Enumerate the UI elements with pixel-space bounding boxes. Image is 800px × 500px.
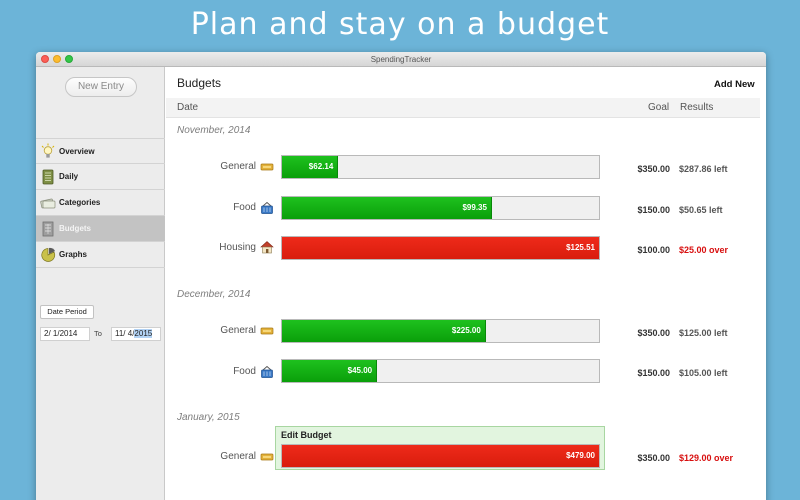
- month-heading: December, 2014: [177, 289, 251, 300]
- goal-amount: $100.00: [637, 245, 670, 255]
- notebook-icon: [40, 169, 56, 185]
- goal-amount: $350.00: [637, 164, 670, 174]
- category-label: General: [220, 451, 256, 462]
- column-goal: Goal: [648, 102, 670, 113]
- money-icon: [260, 160, 274, 174]
- pie-chart-icon: [40, 247, 56, 263]
- budget-progress-fill: $62.14: [282, 156, 339, 178]
- result-amount: $25.00 over: [679, 245, 729, 255]
- sidebar-item-categories[interactable]: Categories: [36, 190, 165, 216]
- sidebar: New Entry Overview Daily Categories Budg…: [36, 67, 165, 500]
- sidebar-nav: Overview Daily Categories Budgets Graphs: [36, 138, 165, 268]
- month-heading: November, 2014: [177, 125, 251, 136]
- basket-icon: [260, 201, 274, 215]
- month-heading: January, 2015: [177, 412, 240, 423]
- budget-progress-bar: $479.00: [281, 444, 600, 468]
- add-new-button[interactable]: Add New: [714, 79, 755, 90]
- budget-progress-fill: $45.00: [282, 360, 378, 382]
- column-results: Results: [680, 102, 714, 113]
- sidebar-item-label: Overview: [59, 146, 95, 156]
- budget-progress-bar: $99.35: [281, 196, 600, 220]
- sidebar-item-graphs[interactable]: Graphs: [36, 242, 165, 268]
- result-amount: $105.00 left: [679, 368, 728, 378]
- budget-progress-fill: $99.35: [282, 197, 492, 219]
- sidebar-item-label: Graphs: [59, 250, 88, 259]
- result-amount: $129.00 over: [679, 453, 734, 463]
- goal-amount: $350.00: [637, 453, 670, 463]
- column-header: Date Goal Results: [166, 98, 760, 118]
- sidebar-item-label: Daily: [59, 172, 79, 181]
- page-title: Budgets: [177, 76, 222, 90]
- sidebar-item-overview[interactable]: Overview: [36, 138, 165, 164]
- edit-budget-label[interactable]: Edit Budget: [281, 430, 332, 440]
- category-label: Food: [233, 202, 256, 213]
- date-period-button[interactable]: Date Period: [40, 305, 94, 319]
- date-to-selected-year: 2015: [134, 329, 153, 338]
- app-window: SpendingTracker New Entry Overview Daily: [36, 52, 766, 500]
- title-bar: SpendingTracker: [36, 52, 766, 67]
- date-to-field[interactable]: 11/ 4/2015: [111, 327, 161, 341]
- date-to-label: To: [94, 329, 102, 338]
- budget-progress-bar: $45.00: [281, 359, 600, 383]
- column-date: Date: [177, 102, 199, 113]
- zoom-window-button[interactable]: [65, 55, 73, 63]
- date-from-field[interactable]: 2/ 1/2014: [40, 327, 90, 341]
- sidebar-item-budgets[interactable]: Budgets: [36, 216, 165, 242]
- category-label: General: [220, 325, 256, 336]
- house-icon: [260, 240, 274, 254]
- main-content: Budgets Add New Date Goal Results Novemb…: [166, 67, 766, 500]
- goal-amount: $150.00: [637, 205, 670, 215]
- money-icon: [260, 450, 274, 464]
- sidebar-item-daily[interactable]: Daily: [36, 164, 165, 190]
- date-to-prefix: 11/ 4/: [115, 329, 135, 338]
- budget-progress-fill: $479.00: [282, 445, 599, 467]
- budget-progress-bar: $125.51: [281, 236, 600, 260]
- new-entry-button[interactable]: New Entry: [65, 77, 137, 97]
- sidebar-item-label: Budgets: [59, 224, 91, 233]
- lightbulb-icon: [40, 143, 56, 159]
- sidebar-item-label: Categories: [59, 198, 101, 207]
- categories-icon: [40, 195, 56, 211]
- headline: Plan and stay on a budget: [190, 7, 610, 42]
- money-icon: [260, 324, 274, 338]
- result-amount: $287.86 left: [679, 164, 728, 174]
- budget-progress-fill: $125.51: [282, 237, 599, 259]
- budget-sheet-icon: [40, 221, 56, 237]
- category-label: Housing: [219, 242, 256, 253]
- goal-amount: $350.00: [637, 328, 670, 338]
- budget-progress-bar: $225.00: [281, 319, 600, 343]
- result-amount: $50.65 left: [679, 205, 723, 215]
- minimize-window-button[interactable]: [53, 55, 61, 63]
- goal-amount: $150.00: [637, 368, 670, 378]
- budget-progress-bar: $62.14: [281, 155, 600, 179]
- window-title: SpendingTracker: [370, 55, 432, 64]
- budget-progress-fill: $225.00: [282, 320, 486, 342]
- category-label: Food: [233, 366, 256, 377]
- category-label: General: [220, 161, 256, 172]
- basket-icon: [260, 365, 274, 379]
- result-amount: $125.00 left: [679, 328, 728, 338]
- close-window-button[interactable]: [41, 55, 49, 63]
